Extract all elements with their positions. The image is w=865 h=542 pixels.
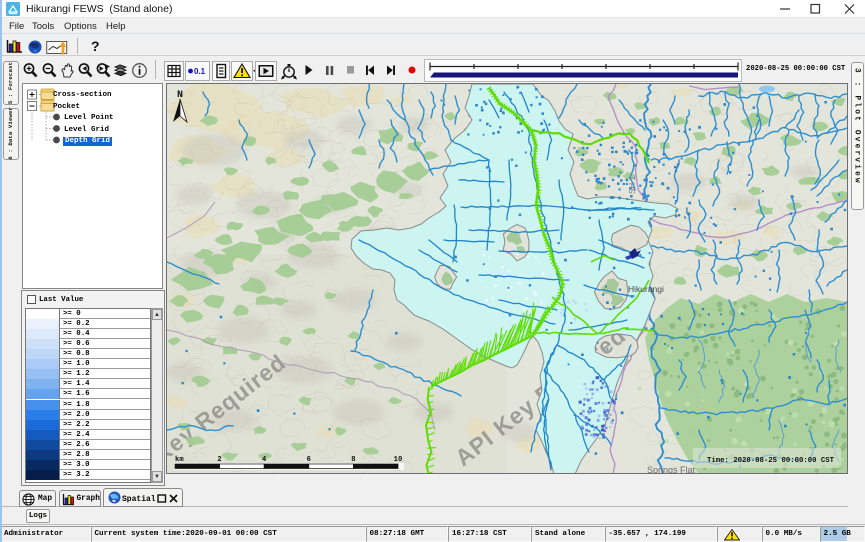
svg-text:SH 1: SH 1 bbox=[628, 176, 637, 194]
svg-text:0.1: 0.1 bbox=[194, 67, 206, 76]
svg-text:Time: 2020-08-25 00:00:00 CST: Time: 2020-08-25 00:00:00 CST bbox=[707, 457, 835, 465]
svg-text:2: 2 bbox=[217, 456, 221, 464]
svg-text:Hikurangi: Hikurangi bbox=[628, 284, 664, 294]
svg-text:10: 10 bbox=[394, 456, 403, 464]
svg-text:4: 4 bbox=[262, 456, 267, 464]
svg-text:km: km bbox=[175, 456, 184, 464]
svg-text:6: 6 bbox=[307, 456, 311, 464]
svg-text:Springs Flat: Springs Flat bbox=[647, 465, 696, 474]
svg-text:8: 8 bbox=[351, 456, 355, 464]
